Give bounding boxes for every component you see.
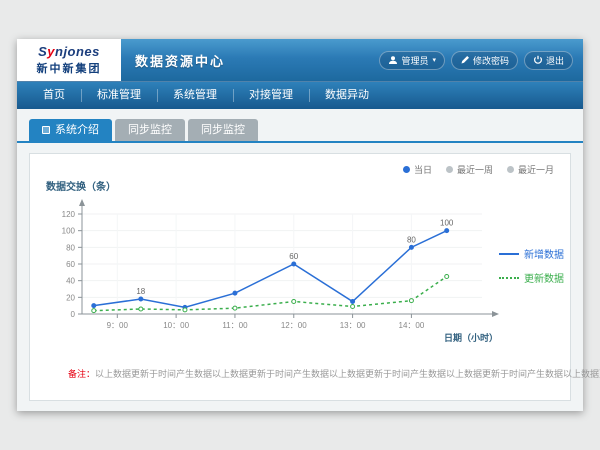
- svg-text:13：00: 13：00: [340, 321, 366, 330]
- logo-accent-mark: y: [47, 44, 55, 59]
- series-label: 更新数据: [524, 270, 564, 285]
- edit-password-icon: [460, 55, 470, 65]
- nav-item-standard-mgmt[interactable]: 标准管理: [81, 82, 157, 109]
- svg-text:60: 60: [289, 252, 298, 261]
- logo-prefix: S: [38, 44, 47, 59]
- main-nav: 首页 标准管理 系统管理 对接管理 数据异动: [17, 81, 583, 109]
- y-axis-title: 数据交换（条）: [46, 178, 116, 193]
- tab-system-intro[interactable]: 系统介绍: [29, 119, 112, 141]
- tab-sync-monitor-1[interactable]: 同步监控: [115, 119, 185, 141]
- radio-dot-icon: [446, 166, 453, 173]
- svg-text:60: 60: [66, 260, 75, 269]
- svg-text:80: 80: [66, 243, 75, 252]
- svg-text:100: 100: [62, 227, 76, 236]
- remark-text: 以上数据更新于时间产生数据以上数据更新于时间产生数据以上数据更新于时间产生数据以…: [95, 369, 600, 379]
- filter-today[interactable]: 当日: [403, 163, 432, 176]
- user-icon: [388, 55, 398, 65]
- exchange-chart: 0 20 40 60 80 100 120 9：00 10：00 11：00 12：00 13：00 1…: [42, 196, 502, 346]
- line-sample-solid-icon: [499, 253, 519, 255]
- logout-label: 退出: [546, 54, 564, 67]
- logout-button[interactable]: 退出: [524, 51, 573, 70]
- filter-label: 当日: [414, 163, 432, 176]
- tab-sync-monitor-2[interactable]: 同步监控: [188, 119, 258, 141]
- tab-label: 系统介绍: [55, 119, 99, 141]
- remark-prefix: 备注：: [68, 369, 95, 379]
- series-legend: 新增数据 更新数据: [499, 246, 564, 285]
- svg-text:18: 18: [136, 287, 145, 296]
- line-sample-dashed-icon: [499, 277, 519, 279]
- page-title: 数据资源中心: [135, 51, 225, 70]
- tab-bullet-icon: [42, 126, 50, 134]
- header-actions: 管理员 ▾ 修改密码 退出: [379, 51, 573, 70]
- svg-text:11：00: 11：00: [222, 321, 248, 330]
- svg-text:100: 100: [440, 219, 454, 228]
- remark-note: 备注：以上数据更新于时间产生数据以上数据更新于时间产生数据以上数据更新于时间产生…: [68, 367, 600, 380]
- user-label: 管理员: [401, 54, 428, 67]
- app-window: Synjones 新中新集团 数据资源中心 管理员 ▾ 修改密码 退出: [17, 39, 583, 411]
- tab-label: 同步监控: [128, 119, 172, 141]
- content-area: 系统介绍 同步监控 同步监控 当日 最近一周: [17, 119, 583, 401]
- filter-last-week[interactable]: 最近一周: [446, 163, 493, 176]
- change-password-button[interactable]: 修改密码: [451, 51, 518, 70]
- filter-last-month[interactable]: 最近一月: [507, 163, 554, 176]
- svg-text:10：00: 10：00: [163, 321, 189, 330]
- chevron-down-icon: ▾: [432, 56, 436, 64]
- legend-series-updated-data[interactable]: 更新数据: [499, 270, 564, 285]
- user-menu-button[interactable]: 管理员 ▾: [379, 51, 445, 70]
- svg-text:40: 40: [66, 277, 75, 286]
- legend-series-new-data[interactable]: 新增数据: [499, 246, 564, 261]
- series-label: 新增数据: [524, 246, 564, 261]
- svg-text:14：00: 14：00: [399, 321, 425, 330]
- radio-dot-icon: [403, 166, 410, 173]
- svg-text:0: 0: [71, 310, 76, 319]
- radio-dot-icon: [507, 166, 514, 173]
- nav-item-system-mgmt[interactable]: 系统管理: [157, 82, 233, 109]
- nav-item-integration-mgmt[interactable]: 对接管理: [233, 82, 309, 109]
- header-bar: 数据资源中心 管理员 ▾ 修改密码 退出: [121, 39, 583, 81]
- chart-panel: 当日 最近一周 最近一月 数据交换（条） 0 20 40 60 80 100 120 9：00…: [29, 153, 571, 401]
- app-header: Synjones 新中新集团 数据资源中心 管理员 ▾ 修改密码 退出: [17, 39, 583, 81]
- tab-label: 同步监控: [201, 119, 245, 141]
- nav-item-home[interactable]: 首页: [27, 82, 81, 109]
- svg-text:日期（小时）: 日期（小时）: [444, 332, 498, 343]
- svg-text:120: 120: [62, 210, 76, 219]
- nav-item-data-change[interactable]: 数据异动: [309, 82, 385, 109]
- svg-text:12：00: 12：00: [281, 321, 307, 330]
- logo-text: Synjones: [38, 44, 100, 59]
- brand-logo[interactable]: Synjones 新中新集团: [17, 39, 121, 81]
- power-icon: [533, 55, 543, 65]
- time-range-filters: 当日 最近一周 最近一月: [403, 163, 554, 176]
- change-password-label: 修改密码: [473, 54, 509, 67]
- svg-text:80: 80: [407, 235, 416, 244]
- tab-underline: [17, 141, 583, 143]
- svg-text:9：00: 9：00: [107, 321, 129, 330]
- logo-suffix: njones: [55, 44, 100, 59]
- filter-label: 最近一周: [457, 163, 493, 176]
- svg-text:20: 20: [66, 293, 75, 302]
- tab-bar: 系统介绍 同步监控 同步监控: [29, 119, 583, 141]
- filter-label: 最近一月: [518, 163, 554, 176]
- company-name: 新中新集团: [37, 60, 102, 76]
